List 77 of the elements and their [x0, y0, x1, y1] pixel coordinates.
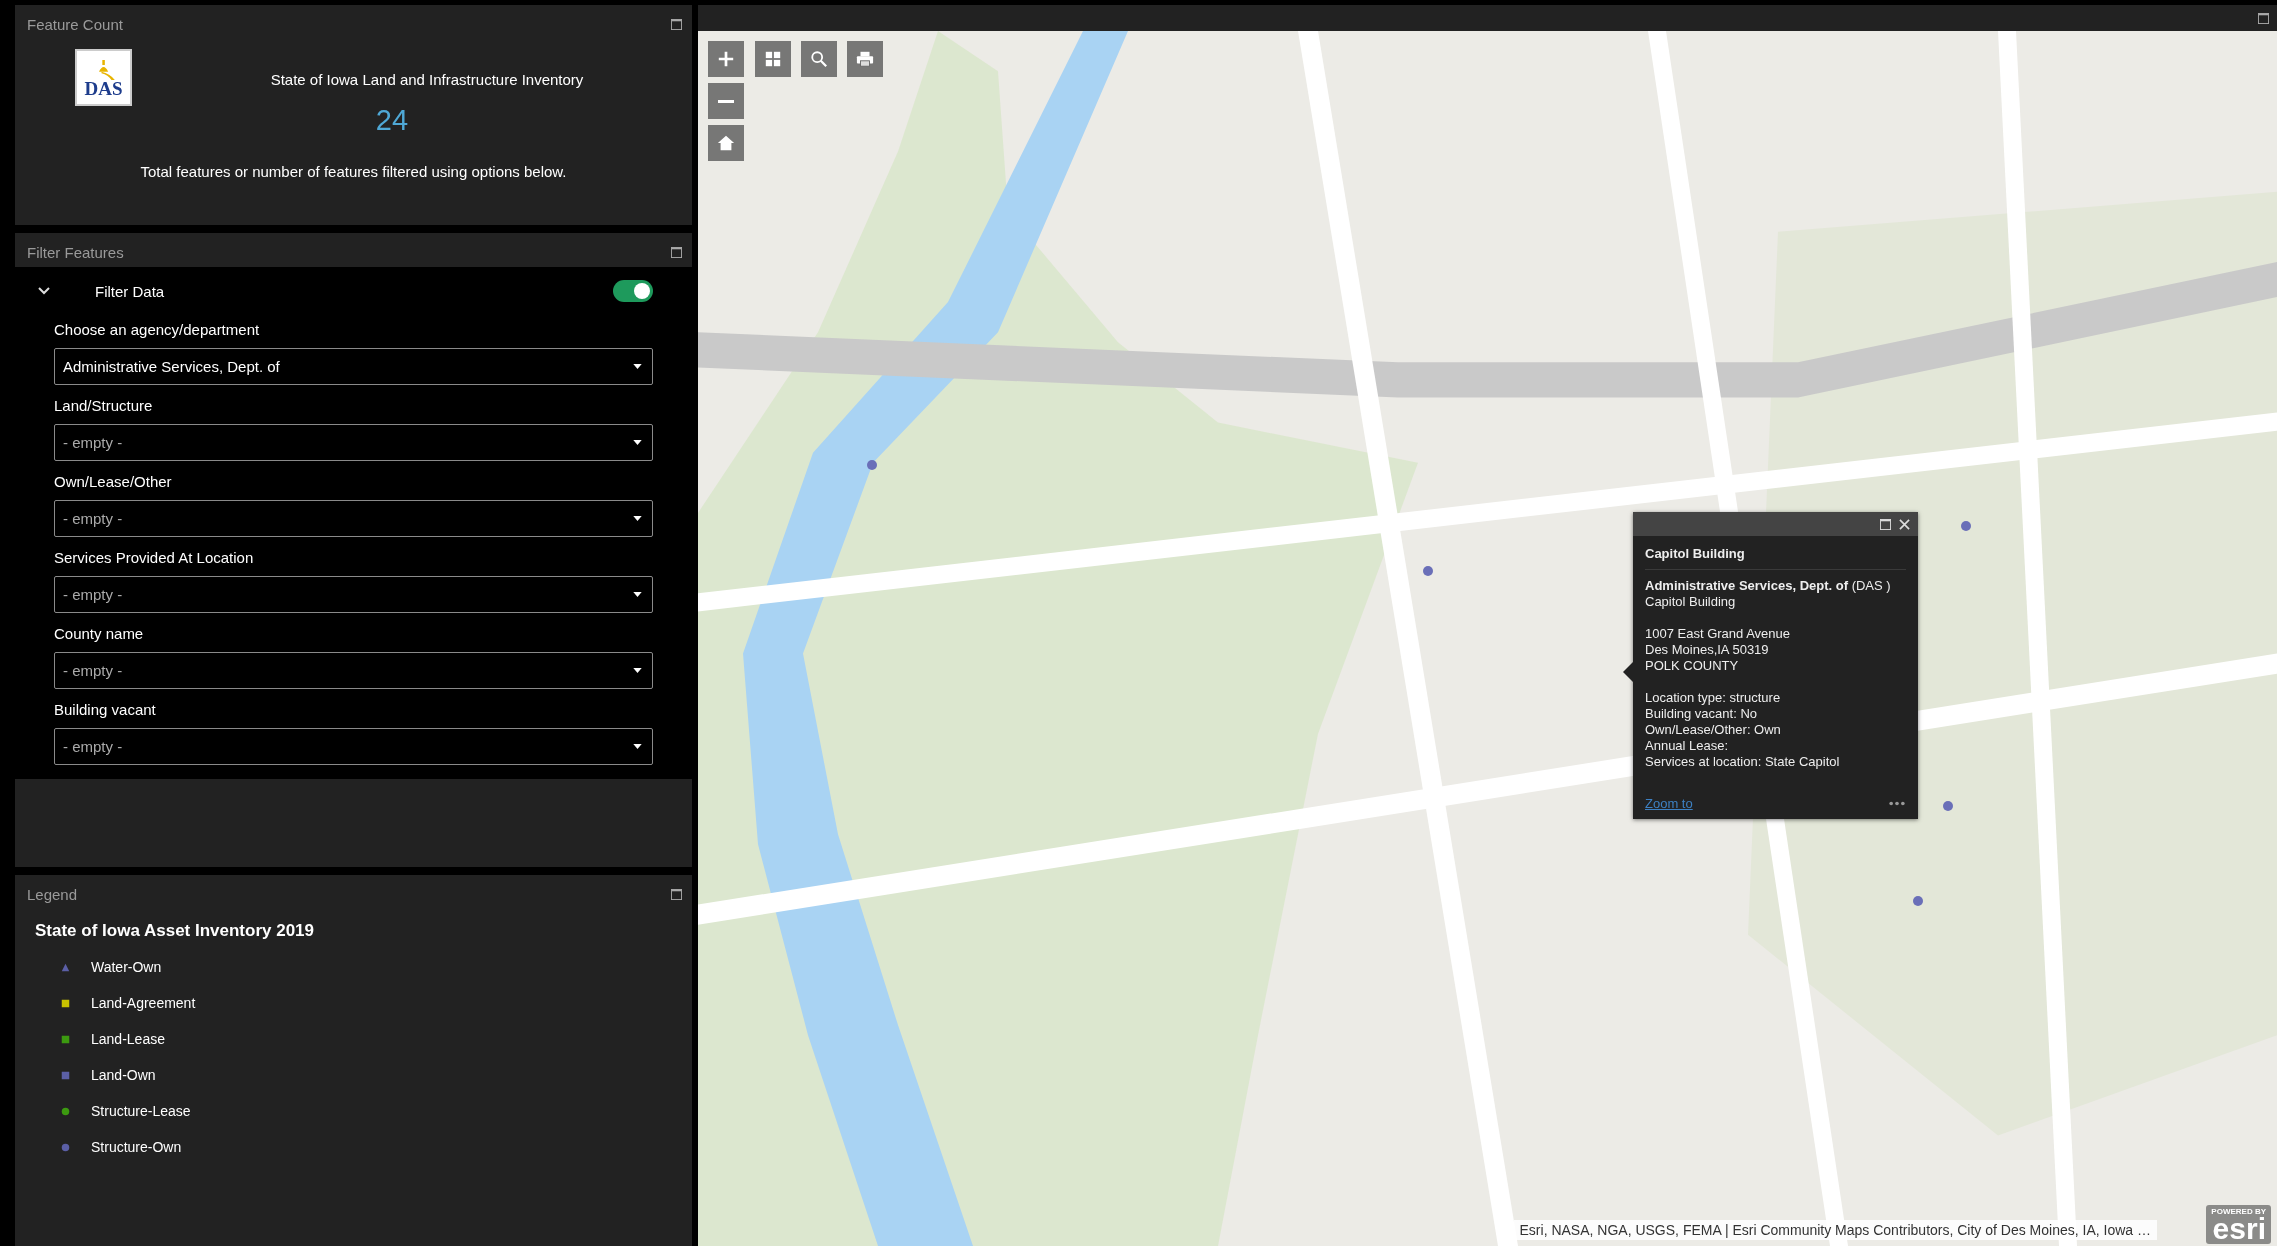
field-label: Choose an agency/department: [54, 321, 261, 338]
caret-icon: [633, 668, 642, 673]
address-line: Des Moines,IA 50319: [1645, 642, 1770, 658]
legend-label: Structure-Lease: [91, 1103, 191, 1119]
caret-icon: [633, 440, 642, 445]
field-label: Land/Structure: [54, 397, 154, 414]
detail-line: Building vacant: No: [1645, 706, 1758, 722]
legend-symbol-icon: [61, 1070, 70, 1080]
legend-symbol-icon: [61, 1034, 70, 1044]
section-title: Filter Data: [95, 282, 166, 300]
dropdown-field[interactable]: - empty -: [54, 424, 653, 461]
home-icon: [717, 134, 735, 152]
legend-symbol-icon: [61, 1142, 70, 1152]
dashboard-title: State of Iowa Land and Infrastructure Inventory: [270, 71, 584, 88]
count-caption: Total features or number of features filtered using options below.: [139, 163, 568, 180]
maximize-icon[interactable]: [671, 246, 682, 258]
close-icon[interactable]: [1899, 518, 1910, 530]
panel-title: Filter Features: [27, 243, 124, 261]
dropdown-field[interactable]: - empty -: [54, 652, 653, 689]
panel-title: Feature Count: [27, 15, 123, 33]
maximize-icon[interactable]: [2258, 12, 2269, 24]
address-line: 1007 East Grand Avenue: [1645, 626, 1792, 642]
popup-title: Capitol Building: [1645, 546, 1906, 570]
maximize-icon[interactable]: [671, 18, 682, 30]
building-name: Capitol Building: [1645, 594, 1737, 610]
printer-icon: [856, 50, 874, 68]
zoom-in-button[interactable]: [708, 41, 744, 77]
legend-label: Land-Agreement: [91, 995, 196, 1011]
toggle-switch[interactable]: [613, 280, 653, 302]
esri-logo: POWERED BY esri: [2206, 1205, 2271, 1244]
dropdown-field[interactable]: - empty -: [54, 728, 653, 765]
field-label: Services Provided At Location: [54, 549, 255, 566]
caret-icon: [633, 516, 642, 521]
map-marker-icon[interactable]: [867, 460, 877, 470]
map-marker-icon[interactable]: [1913, 896, 1923, 906]
zoom-out-button[interactable]: [708, 83, 744, 119]
layer-title: State of Iowa Asset Inventory 2019: [35, 921, 316, 941]
caret-icon: [633, 592, 642, 597]
zoom-to-link[interactable]: Zoom to: [1645, 796, 1693, 811]
map-marker-icon[interactable]: [1961, 521, 1971, 531]
map-marker-icon[interactable]: [1423, 566, 1433, 576]
legend-symbol-icon: [61, 998, 70, 1008]
attribution-text: Esri, NASA, NGA, USGS, FEMA | Esri Community Maps Contributors, City of Des Moines, IA, Iowa …: [1513, 1220, 2157, 1240]
map-marker-icon[interactable]: [1943, 801, 1953, 811]
detail-line: Own/Lease/Other: Own: [1645, 722, 1782, 738]
dropdown-field[interactable]: - empty -: [54, 500, 653, 537]
detail-line: Location type: structure: [1645, 690, 1782, 706]
grid-icon: [764, 50, 782, 68]
feature-count: 24: [375, 104, 409, 137]
home-button[interactable]: [708, 125, 744, 161]
detail-line: Services at location: State Capitol: [1645, 754, 1841, 770]
basemap-button[interactable]: [755, 41, 791, 77]
legend-symbol-icon: [61, 962, 70, 972]
panel-title: Legend: [27, 885, 78, 903]
dropdown-field[interactable]: - empty -: [54, 576, 653, 613]
field-label: Own/Lease/Other: [54, 473, 173, 490]
plus-icon: [717, 50, 735, 68]
print-button[interactable]: [847, 41, 883, 77]
legend-symbol-icon: [61, 1106, 70, 1116]
search-icon: [810, 50, 828, 68]
agency-name: Administrative Services, Dept. of (DAS ): [1645, 578, 1892, 594]
detail-line: Annual Lease:: [1645, 738, 1730, 754]
maximize-icon[interactable]: [671, 888, 682, 900]
field-label: County name: [54, 625, 145, 642]
search-button[interactable]: [801, 41, 837, 77]
legend-label: Land-Lease: [91, 1031, 165, 1047]
more-icon[interactable]: [1888, 801, 1906, 806]
field-label: Building vacant: [54, 701, 157, 718]
dropdown-field[interactable]: Administrative Services, Dept. of: [54, 348, 653, 385]
legend-label: Water-Own: [91, 959, 162, 975]
legend-label: Structure-Own: [91, 1139, 182, 1155]
caret-icon: [633, 364, 642, 369]
logo: DAS: [75, 49, 132, 106]
minus-icon: [718, 99, 734, 103]
caret-icon: [633, 744, 642, 749]
address-line: POLK COUNTY: [1645, 658, 1740, 674]
legend-label: Land-Own: [91, 1067, 156, 1083]
